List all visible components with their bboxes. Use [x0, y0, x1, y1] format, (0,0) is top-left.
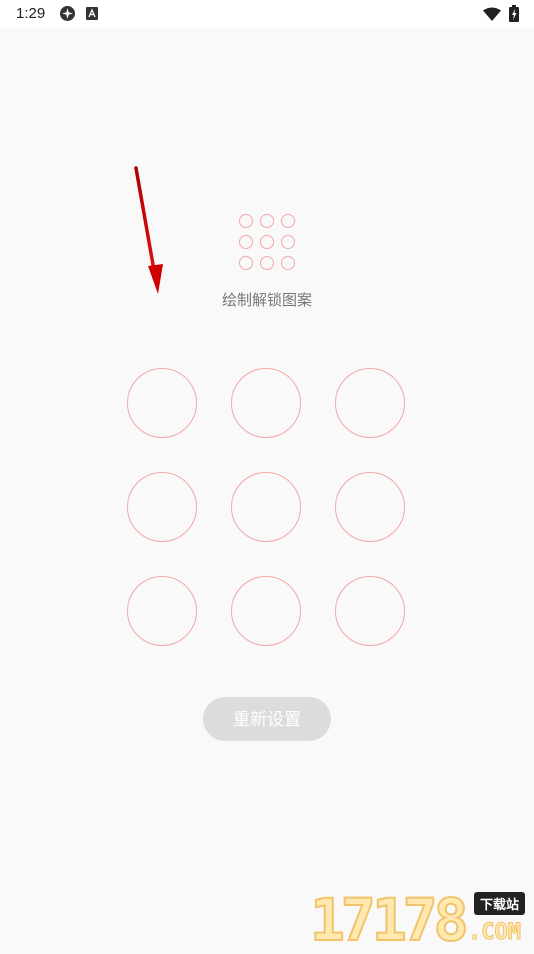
pattern-node-1[interactable] — [127, 368, 197, 438]
preview-dot — [260, 256, 274, 270]
battery-icon — [509, 5, 519, 22]
preview-dot — [260, 235, 274, 249]
preview-dot — [281, 235, 295, 249]
watermark-digits: 17178 — [309, 886, 470, 954]
pattern-prompt: 绘制解锁图案 — [221, 291, 312, 309]
watermark-badge: 下载站 — [474, 892, 526, 915]
sync-icon — [59, 5, 76, 22]
preview-dot — [239, 256, 253, 270]
pattern-node-5[interactable] — [231, 472, 301, 542]
pattern-node-2[interactable] — [231, 368, 301, 438]
preview-dot — [281, 256, 295, 270]
pattern-lock-grid[interactable] — [127, 368, 407, 648]
status-time: 1:29 — [16, 5, 46, 22]
pattern-node-6[interactable] — [335, 472, 405, 542]
keyboard-a-icon — [86, 7, 98, 20]
pattern-node-4[interactable] — [127, 472, 197, 542]
wifi-icon — [483, 7, 501, 21]
status-bar: 1:29 — [0, 0, 534, 28]
preview-dot — [239, 235, 253, 249]
pattern-node-7[interactable] — [127, 576, 197, 646]
preview-dot — [260, 214, 274, 228]
watermark-logo: 17178 下载站 .COM — [306, 886, 534, 954]
watermark-suffix: .COM — [468, 920, 522, 946]
pattern-node-3[interactable] — [335, 368, 405, 438]
reset-button[interactable]: 重新设置 — [203, 697, 331, 741]
pattern-node-8[interactable] — [231, 576, 301, 646]
pattern-node-9[interactable] — [335, 576, 405, 646]
preview-dot — [281, 214, 295, 228]
pattern-preview-icon — [238, 213, 298, 273]
preview-dot — [239, 214, 253, 228]
